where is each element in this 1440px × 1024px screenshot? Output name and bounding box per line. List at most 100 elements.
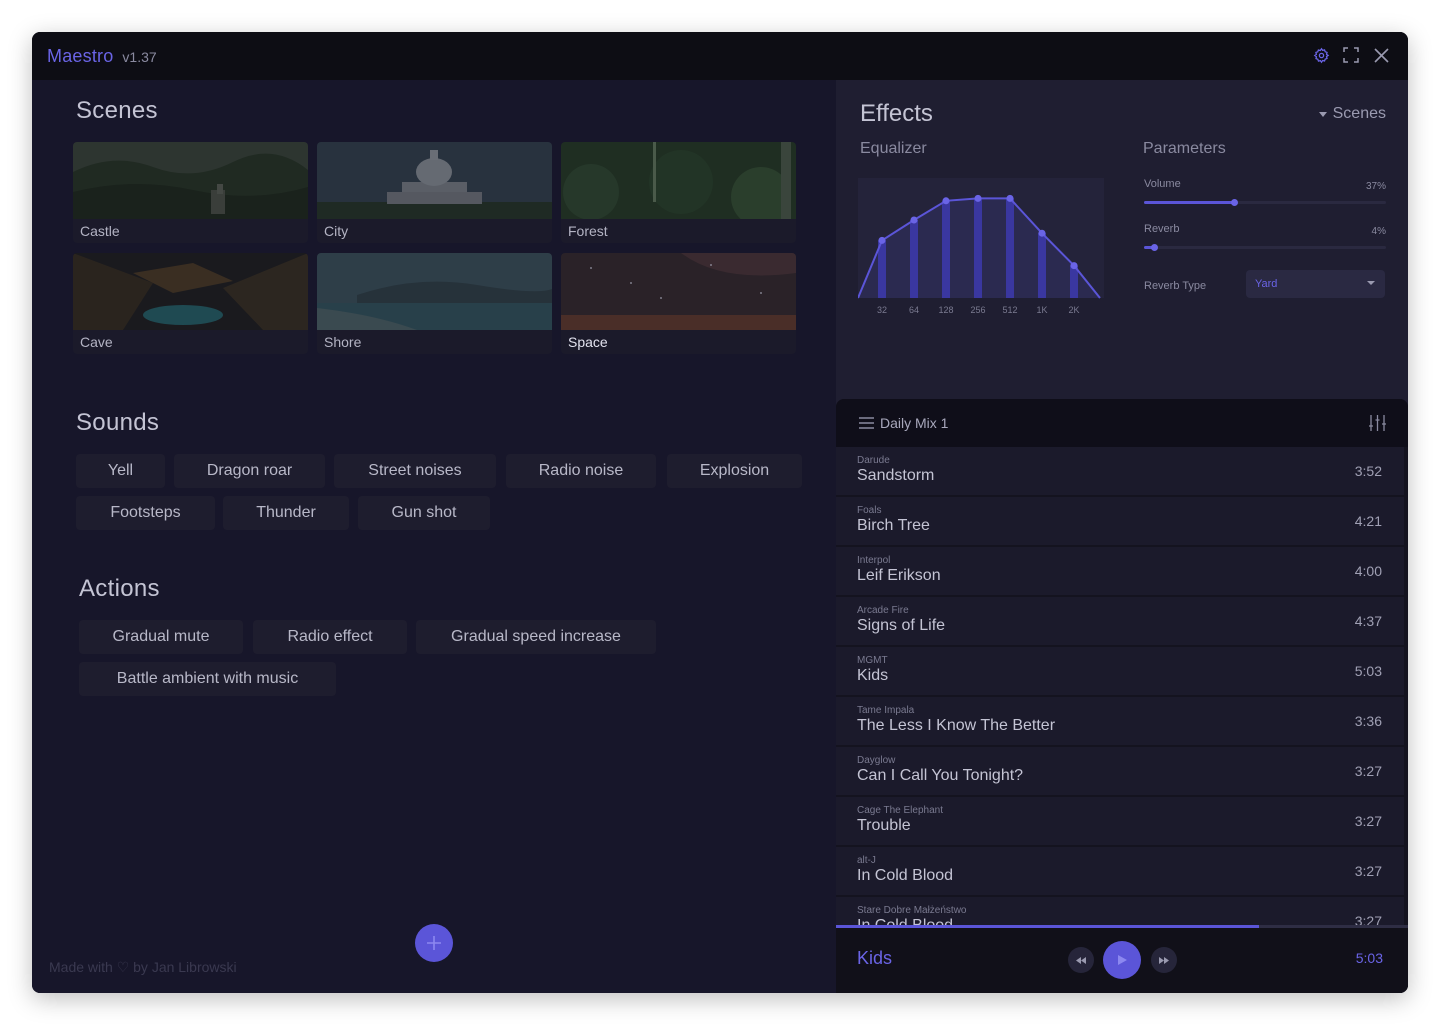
- eq-band-bar-1K[interactable]: [1038, 233, 1046, 298]
- now-playing-time: 5:03: [1355, 950, 1383, 966]
- track-artist: alt-J: [857, 855, 876, 866]
- volume-slider-thumb[interactable]: [1230, 199, 1238, 206]
- scene-label: Castle: [80, 223, 120, 239]
- sound-chip-explosion[interactable]: Explosion: [667, 454, 802, 488]
- now-playing-title: Kids: [857, 948, 893, 968]
- equalizer[interactable]: 32 64 128 256 512 1K 2K: [857, 178, 1104, 318]
- volume-slider[interactable]: [1144, 199, 1386, 206]
- sound-chip-thunder[interactable]: Thunder: [223, 496, 349, 530]
- sound-chip-yell[interactable]: Yell: [76, 454, 165, 488]
- castle-image: [73, 142, 308, 219]
- scene-label: City: [324, 223, 349, 239]
- track-duration: 3:27: [1354, 913, 1382, 925]
- add-button[interactable]: [415, 924, 453, 962]
- eq-band-handle-2K[interactable]: [1070, 262, 1078, 270]
- eq-band-bar-64[interactable]: [910, 220, 918, 298]
- track-artist: Dayglow: [857, 755, 896, 766]
- shore-image: [317, 253, 552, 330]
- action-chip-gradual-speed-increase[interactable]: Gradual speed increase: [416, 620, 656, 654]
- sound-chip-footsteps[interactable]: Footsteps: [76, 496, 215, 530]
- reverb-slider-thumb[interactable]: [1150, 244, 1158, 251]
- eq-band-bar-512[interactable]: [1006, 198, 1014, 298]
- sound-chip-street-noises[interactable]: Street noises: [334, 454, 496, 488]
- track-row[interactable]: alt-J In Cold Blood 3:27: [836, 847, 1404, 895]
- track-row[interactable]: Foals Birch Tree 4:21: [836, 497, 1404, 545]
- track-duration: 3:27: [1354, 763, 1382, 779]
- eq-band-bar-128[interactable]: [942, 200, 950, 298]
- scene-label: Forest: [568, 223, 608, 239]
- effects-panel: Effects Scenes Equalizer Parameters 32 64…: [836, 80, 1408, 993]
- previous-button[interactable]: [1068, 947, 1094, 973]
- gear-icon: [1313, 47, 1329, 63]
- track-row[interactable]: Interpol Leif Erikson 4:00: [836, 547, 1404, 595]
- scene-card-castle[interactable]: Castle: [73, 142, 308, 243]
- scene-card-forest[interactable]: Forest: [561, 142, 796, 243]
- app-version: v1.37: [122, 49, 157, 65]
- settings-button[interactable]: [1312, 46, 1330, 64]
- sound-chip-radio-noise[interactable]: Radio noise: [506, 454, 656, 488]
- track-row[interactable]: Stare Dobre MałżeństwoIn Cold Blood 3:27: [836, 897, 1404, 925]
- scene-card-city[interactable]: City: [317, 142, 552, 243]
- track-row[interactable]: Darude Sandstorm 3:52: [836, 447, 1404, 495]
- space-image: [561, 253, 796, 330]
- parameters-heading: Parameters: [1143, 140, 1226, 157]
- action-chip-battle-ambient[interactable]: Battle ambient with music: [79, 662, 336, 696]
- eq-band-handle-32[interactable]: [878, 236, 886, 244]
- track-row[interactable]: Arcade Fire Signs of Life 4:37: [836, 597, 1404, 645]
- sound-chip-dragon-roar[interactable]: Dragon roar: [174, 454, 325, 488]
- track-duration: 4:37: [1354, 613, 1382, 629]
- app-window: Maestro v1.37 Scenes Castle City Forest …: [32, 32, 1408, 993]
- volume-slider-fill: [1144, 201, 1234, 204]
- fullscreen-button[interactable]: [1342, 46, 1360, 64]
- action-chip-radio-effect[interactable]: Radio effect: [253, 620, 407, 654]
- action-chip-gradual-mute[interactable]: Gradual mute: [79, 620, 243, 654]
- track-row[interactable]: Cage The Elephant Trouble 3:27: [836, 797, 1404, 845]
- cave-image: [73, 253, 308, 330]
- track-title: The Less I Know The Better: [857, 717, 1056, 734]
- scenes-dropdown[interactable]: Scenes: [1318, 105, 1386, 123]
- eq-band-label: 32: [877, 305, 887, 315]
- reverb-type-select[interactable]: Yard: [1246, 270, 1385, 298]
- scenes-heading: Scenes: [76, 97, 158, 124]
- track-title: Can I Call You Tonight?: [857, 767, 1024, 784]
- eq-band-handle-256[interactable]: [974, 194, 982, 202]
- eq-band-handle-1K[interactable]: [1038, 229, 1046, 237]
- close-button[interactable]: [1372, 46, 1390, 64]
- track-row[interactable]: Tame Impala The Less I Know The Better 3:3…: [836, 697, 1404, 745]
- rewind-icon: [1076, 956, 1086, 964]
- playlist-header: Daily Mix 1: [836, 399, 1408, 447]
- menu-icon[interactable]: [859, 417, 874, 429]
- eq-band-handle-128[interactable]: [942, 197, 950, 205]
- play-button[interactable]: [1103, 941, 1141, 979]
- track-title: Signs of Life: [857, 617, 946, 634]
- equalizer-chart[interactable]: 32 64 128 256 512 1K 2K: [857, 178, 1104, 318]
- playlist-title: Daily Mix 1: [880, 415, 949, 431]
- play-icon: [1117, 955, 1127, 965]
- track-duration: 3:52: [1354, 463, 1382, 479]
- window-controls: [1312, 46, 1390, 64]
- sound-chip-gun-shot[interactable]: Gun shot: [358, 496, 490, 530]
- reverb-slider[interactable]: [1144, 244, 1386, 251]
- playlist-panel: Daily Mix 1 Darude Sandstorm 3:52 Foals Birc…: [836, 399, 1408, 993]
- scene-card-shore[interactable]: Shore: [317, 253, 552, 354]
- volume-label: Volume: [1144, 178, 1181, 190]
- eq-band-handle-512[interactable]: [1006, 194, 1014, 202]
- eq-band-bar-256[interactable]: [974, 198, 982, 298]
- scene-card-cave[interactable]: Cave: [73, 253, 308, 354]
- track-artist: MGMT: [857, 655, 888, 666]
- eq-band-handle-64[interactable]: [910, 216, 918, 224]
- scene-card-space[interactable]: Space: [561, 253, 796, 354]
- track-row[interactable]: Dayglow Can I Call You Tonight? 3:27: [836, 747, 1404, 795]
- scenes-dropdown-label: Scenes: [1332, 105, 1386, 122]
- track-row[interactable]: MGMT Kids 5:03: [836, 647, 1404, 695]
- track-duration: 3:27: [1354, 863, 1382, 879]
- player-bar: Kids 5:03: [836, 928, 1408, 993]
- track-duration: 4:00: [1354, 563, 1382, 579]
- mixer-icon[interactable]: [1369, 415, 1386, 431]
- forest-image: [561, 142, 796, 219]
- next-button[interactable]: [1151, 947, 1177, 973]
- scene-label: Shore: [324, 334, 362, 350]
- track-title: Kids: [857, 667, 889, 684]
- track-title: In Cold Blood: [857, 867, 954, 884]
- equalizer-heading: Equalizer: [860, 140, 927, 157]
